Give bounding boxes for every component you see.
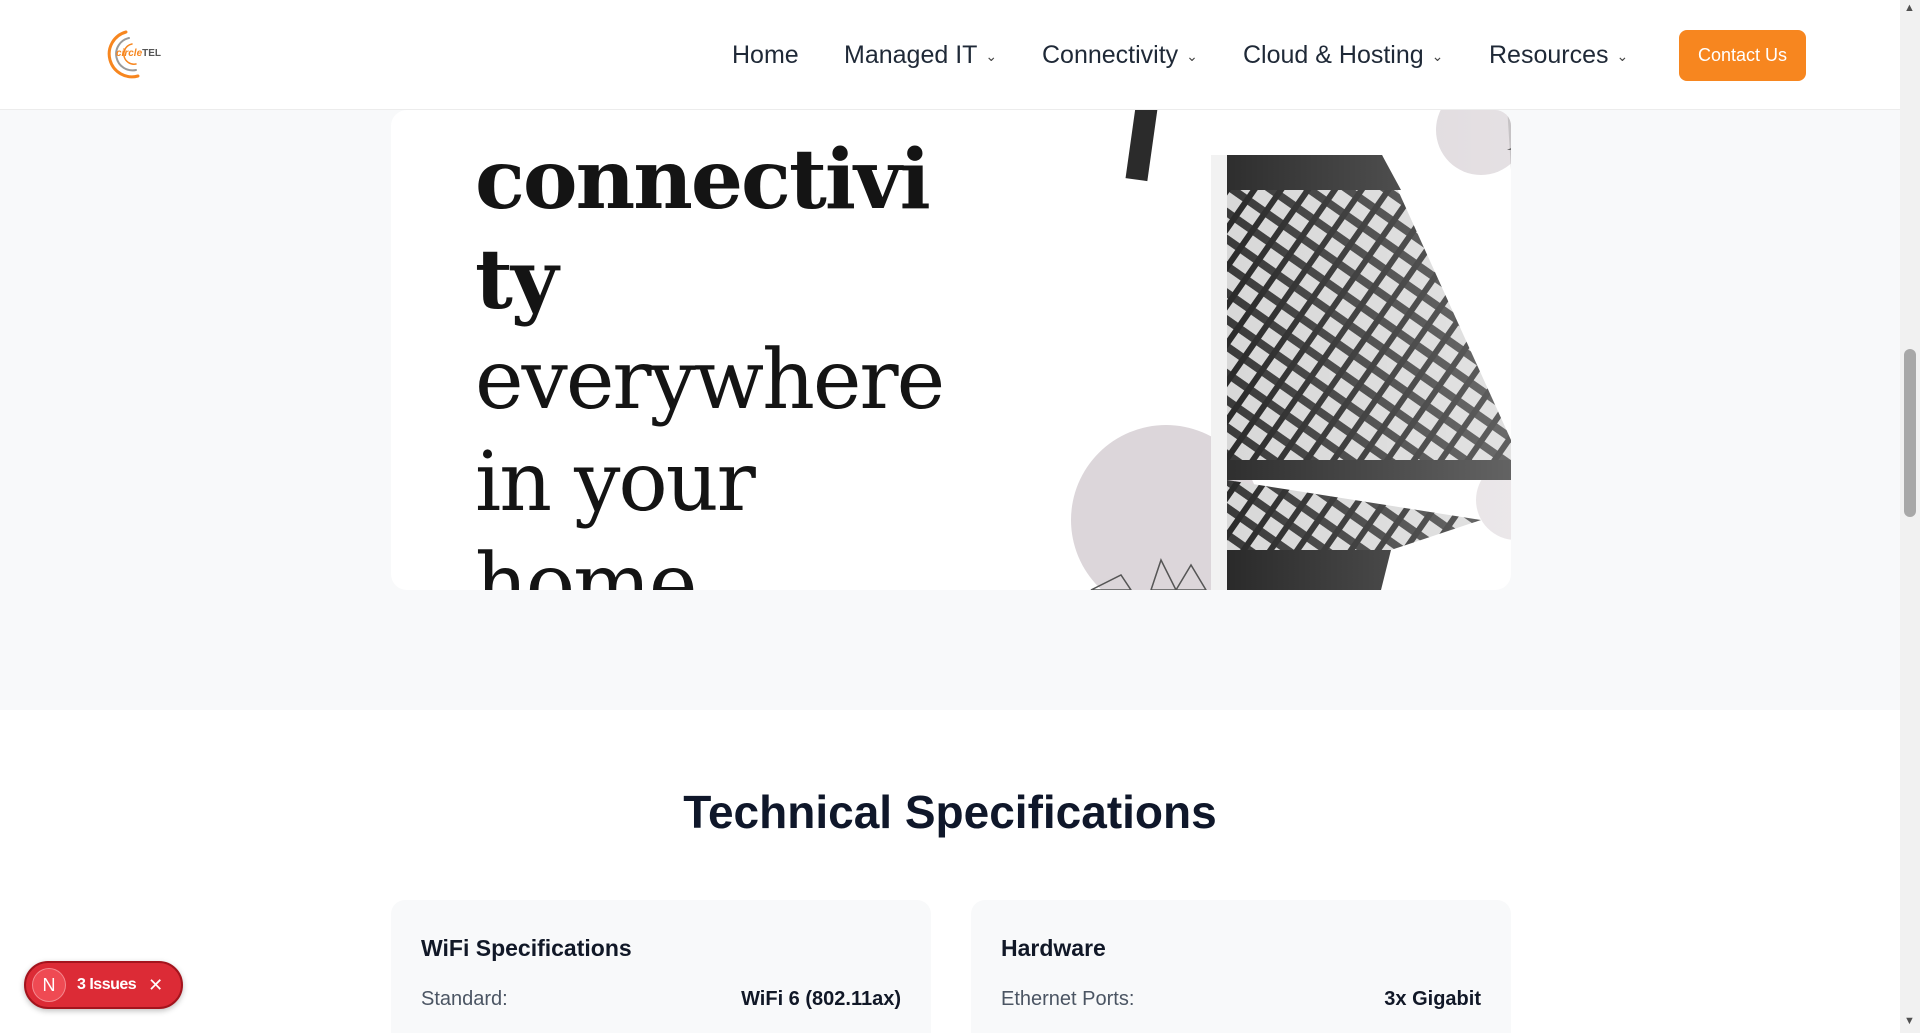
spec-value: 3x Gigabit [1384,988,1481,1010]
nav-home-label: Home [732,40,799,69]
chevron-down-icon: ⌄ [1186,47,1198,64]
nav-cloud-hosting-label: Cloud & Hosting [1243,40,1424,69]
spec-row: Standard: WiFi 6 (802.11ax) [421,988,901,1014]
spec-card-heading: Hardware [1001,935,1106,961]
spec-label: Ethernet Ports: [1001,988,1135,1010]
hero-line-2: ty [475,232,559,328]
nav-cloud-hosting[interactable]: Cloud & Hosting ⌄ [1243,38,1443,72]
nextjs-icon[interactable]: N [32,968,66,1002]
nav-connectivity[interactable]: Connectivity ⌄ [1042,38,1198,72]
nav-home[interactable]: Home [732,38,799,72]
spec-value: WiFi 6 (802.11ax) [741,988,901,1010]
nav-connectivity-label: Connectivity [1042,40,1179,69]
issues-count[interactable]: 3 Issues [77,976,137,994]
nav-resources-label: Resources [1489,40,1609,69]
hero-heading: connectivi ty everywhere in your home [475,110,945,590]
issues-badge[interactable]: N 3 Issues ✕ [24,961,183,1009]
logo-text: circleTEL [116,48,161,59]
scroll-down-icon[interactable]: ▼ [1904,1015,1915,1027]
spec-card-heading: WiFi Specifications [421,935,632,961]
nav-managed-it[interactable]: Managed IT ⌄ [844,38,997,72]
logo[interactable]: circleTEL [96,26,168,82]
scroll-up-icon[interactable]: ▲ [1904,2,1915,14]
site-header: circleTEL Home Managed IT ⌄ Connectivity… [0,0,1900,110]
hero-line-4: in your [475,435,756,530]
nav-resources[interactable]: Resources ⌄ [1489,38,1628,72]
scrollbar[interactable]: ▲ ▼ [1900,0,1920,1033]
chevron-down-icon: ⌄ [985,47,998,64]
spec-row: Ethernet Ports: 3x Gigabit [1001,988,1481,1014]
spec-label: Standard: [421,988,508,1010]
scroll-thumb[interactable] [1904,349,1916,517]
spec-card-hardware: Hardware Ethernet Ports: 3x Gigabit [971,900,1511,1033]
chevron-down-icon: ⌄ [1431,47,1444,64]
spec-card-wifi: WiFi Specifications Standard: WiFi 6 (80… [391,900,931,1033]
router-image [1071,110,1511,590]
hero-line-3: everywhere [475,333,945,428]
chevron-down-icon: ⌄ [1616,47,1629,64]
logo-text-tel: TEL [142,48,162,59]
nav-managed-it-label: Managed IT [844,40,978,69]
hero-image: connectivi ty everywhere in your home [391,110,1511,590]
section-title: Technical Specifications [683,786,1217,838]
logo-text-circle: circle [116,48,143,59]
page: circleTEL Home Managed IT ⌄ Connectivity… [0,0,1920,1033]
contact-us-button[interactable]: Contact Us [1679,30,1806,81]
hero-line-5: home [475,537,697,590]
close-icon[interactable]: ✕ [148,975,163,996]
hero-line-1: connectivi [475,132,931,228]
